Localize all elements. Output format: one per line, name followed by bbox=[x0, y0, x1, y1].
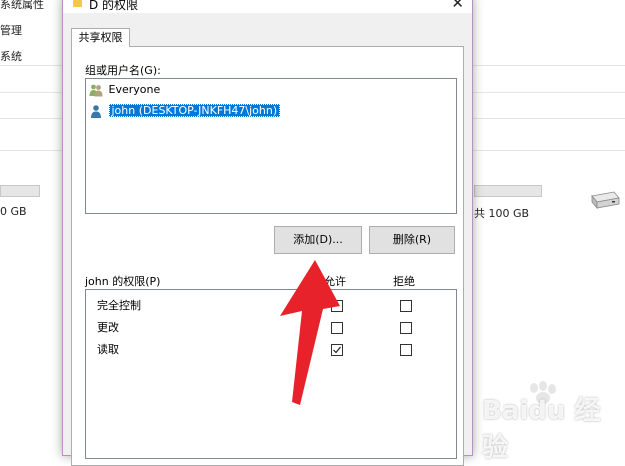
background-text-manage[interactable]: 管理 bbox=[0, 22, 22, 38]
permission-name: 更改 bbox=[97, 321, 119, 334]
add-button[interactable]: 添加(D)... bbox=[274, 226, 362, 254]
dialog-title: D 的权限 bbox=[89, 0, 139, 12]
baidu-watermark: Baidu 经验 bbox=[482, 396, 601, 463]
user-name: Everyone bbox=[108, 83, 161, 96]
folder-icon bbox=[73, 0, 82, 7]
remove-button[interactable]: 删除(R) bbox=[369, 226, 455, 254]
permissions-list: 完全控制 更改 读取 bbox=[85, 289, 457, 459]
background-text-system-properties[interactable]: 系统属性 bbox=[0, 0, 44, 12]
deny-checkbox-full-control[interactable] bbox=[400, 300, 412, 312]
drive-capacity-left: 0 GB bbox=[0, 205, 27, 218]
tab-share-permissions[interactable]: 共享权限 bbox=[71, 28, 130, 47]
checkmark-icon bbox=[333, 346, 341, 354]
allow-checkbox-read[interactable] bbox=[331, 344, 343, 356]
close-icon[interactable]: ✕ bbox=[451, 0, 464, 12]
permission-name: 完全控制 bbox=[97, 299, 141, 312]
user-name: john (DESKTOP-JNKFH47\john) bbox=[108, 104, 281, 117]
group-user-label: 组或用户名(G): bbox=[85, 64, 161, 77]
permission-row-full-control: 完全控制 bbox=[86, 297, 456, 315]
deny-checkbox-change[interactable] bbox=[400, 322, 412, 334]
deny-checkbox-read[interactable] bbox=[400, 344, 412, 356]
background-text-system[interactable]: 系统 bbox=[0, 48, 22, 64]
user-listbox[interactable]: Everyone john (DESKTOP-JNKFH47\john) bbox=[85, 78, 457, 214]
user-icon bbox=[91, 105, 101, 118]
allow-checkbox-change[interactable] bbox=[331, 322, 343, 334]
permission-row-change: 更改 bbox=[86, 319, 456, 337]
permission-name: 读取 bbox=[97, 343, 119, 356]
drive-capacity-right: 共 100 GB bbox=[474, 207, 530, 220]
dialog-titlebar[interactable]: D 的权限 ✕ bbox=[63, 0, 472, 13]
users-group-icon bbox=[89, 84, 103, 97]
deny-header: 拒绝 bbox=[393, 275, 415, 288]
hard-drive-icon[interactable] bbox=[588, 190, 620, 210]
drive-capacity-bar-left bbox=[0, 185, 40, 197]
drive-capacity-bar-right bbox=[474, 185, 542, 197]
list-item-everyone[interactable]: Everyone bbox=[89, 81, 160, 99]
allow-header: 允许 bbox=[324, 275, 346, 288]
permission-row-read: 读取 bbox=[86, 341, 456, 359]
list-item-john[interactable]: john (DESKTOP-JNKFH47\john) bbox=[89, 102, 281, 120]
permissions-label: john 的权限(P) bbox=[85, 275, 161, 288]
permissions-dialog: D 的权限 ✕ 共享权限 组或用户名(G): Everyone john (DE… bbox=[62, 0, 473, 466]
allow-checkbox-full-control[interactable] bbox=[331, 300, 343, 312]
